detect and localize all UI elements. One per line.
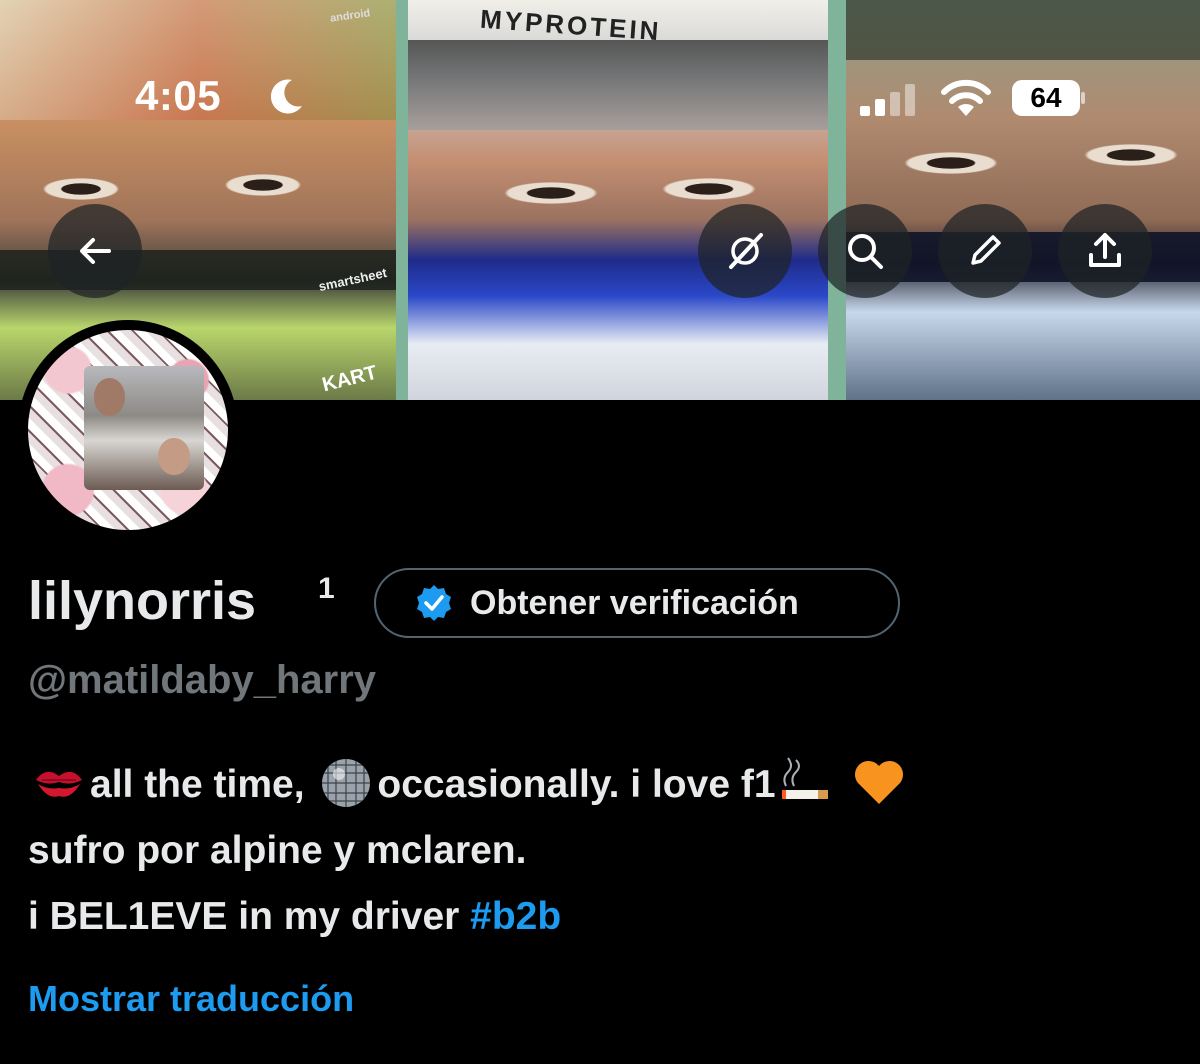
wifi-icon [941, 79, 991, 116]
share-button[interactable] [1058, 204, 1152, 298]
battery-level: 64 [1030, 82, 1062, 113]
cellular-signal-icon [860, 84, 915, 116]
banner-divider [396, 0, 408, 400]
banner-divider [828, 0, 846, 400]
name-superscript: 1 [318, 572, 335, 605]
verified-badge-icon [417, 585, 451, 621]
bio-text: all the time, [90, 763, 305, 806]
bio-line-1: all the time, occasionally. i love f1 [28, 752, 1178, 818]
profile-bio: all the time, occasionally. i love f1 su… [28, 752, 1178, 950]
edit-icon [971, 235, 1001, 265]
bio-line-3: i BEL1EVE in my driver #b2b [28, 884, 1178, 950]
bio-text: occasionally. i love f1 [377, 763, 776, 806]
grok-button[interactable] [698, 204, 792, 298]
search-button[interactable] [818, 204, 912, 298]
banner-photo-center [408, 0, 828, 400]
bio-text: i BEL1EVE in my driver [28, 895, 460, 938]
show-translation-link[interactable]: Mostrar traducción [28, 978, 354, 1020]
get-verification-button[interactable]: Obtener verificación [374, 568, 900, 638]
cigarette-icon [781, 757, 828, 799]
disco-ball-icon [322, 758, 371, 807]
verify-button-label: Obtener verificación [470, 583, 799, 622]
kiss-mark-icon [36, 771, 82, 797]
status-time: 4:05 [135, 72, 222, 119]
banner-photo-right [846, 0, 1200, 400]
banner-side-text: KART [320, 361, 380, 397]
orange-heart-icon [855, 760, 904, 804]
profile-avatar[interactable] [18, 320, 238, 540]
share-icon [1089, 233, 1121, 267]
display-name: lilynorris [28, 571, 257, 631]
back-arrow-icon [80, 238, 111, 264]
edit-button[interactable] [938, 204, 1032, 298]
back-button[interactable] [48, 204, 142, 298]
bio-line-2: sufro por alpine y mclaren. [28, 829, 527, 872]
hashtag-link[interactable]: #b2b [470, 895, 561, 938]
avatar-image [28, 330, 228, 530]
user-handle: @matildaby_harry [28, 658, 377, 702]
avatar-photo [84, 366, 204, 490]
grok-icon [729, 233, 763, 269]
banner-photo-left: android smartsheet KART [0, 0, 396, 400]
search-icon [848, 234, 883, 269]
moon-icon [270, 79, 302, 114]
